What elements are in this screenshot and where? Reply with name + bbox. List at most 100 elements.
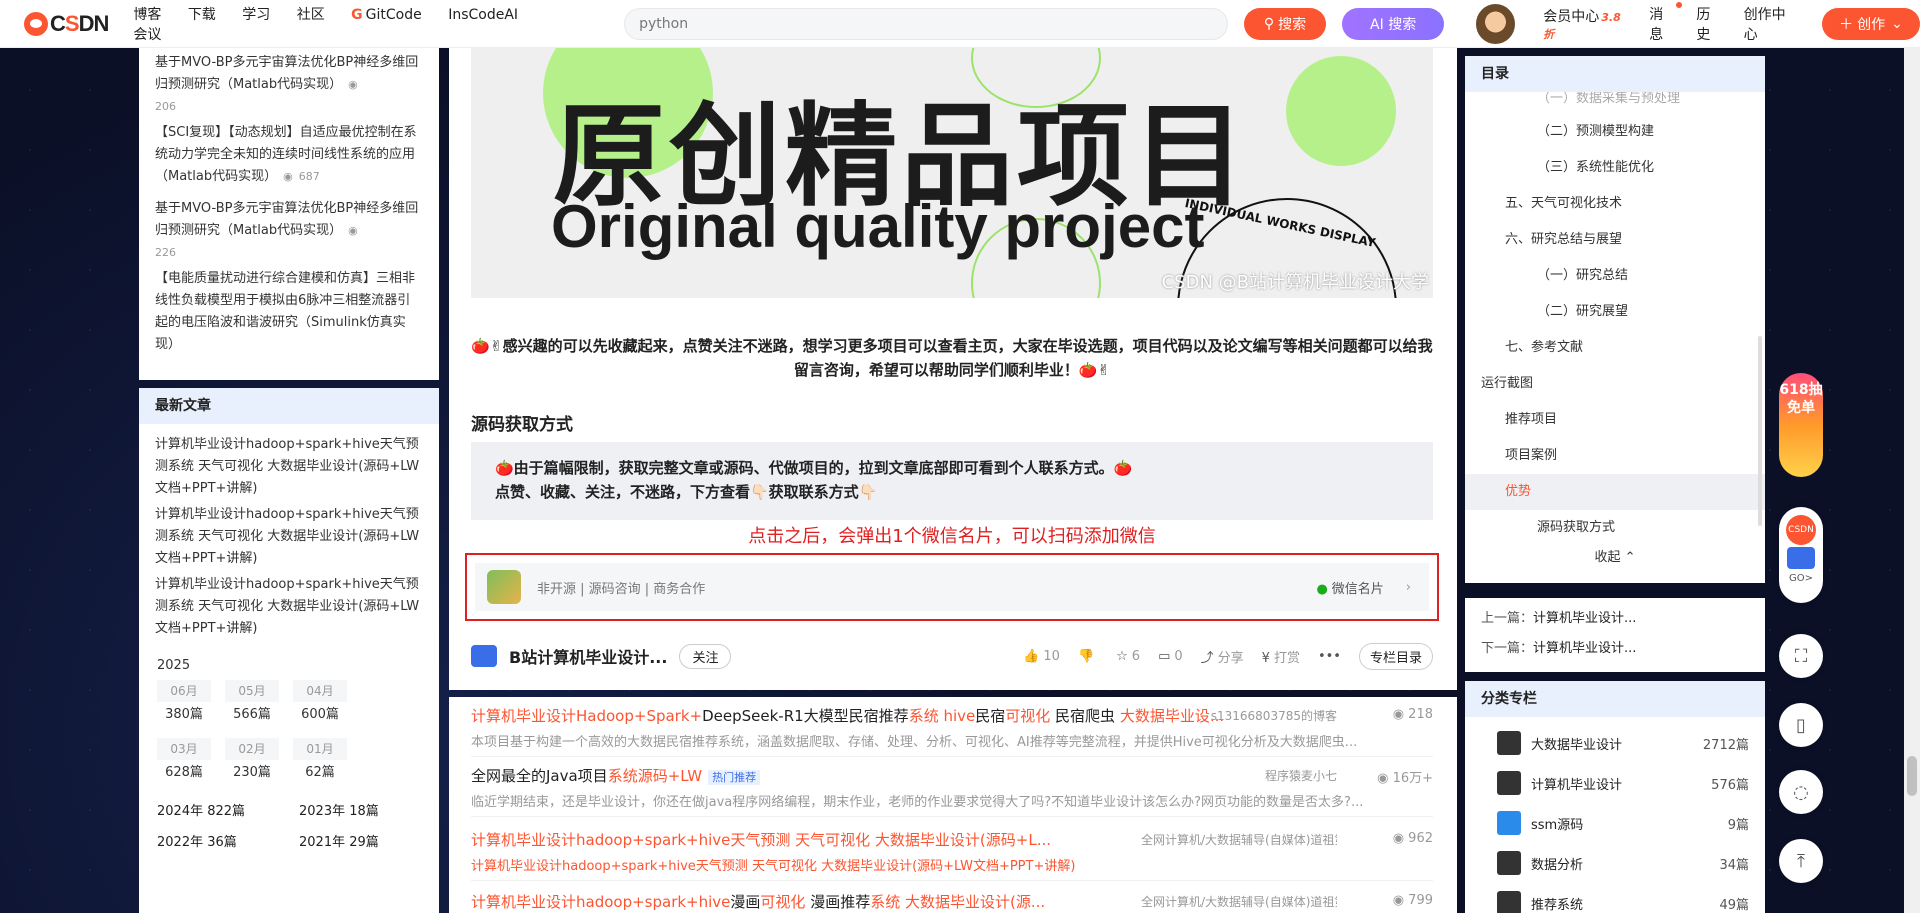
like-button[interactable]: 👍 10 (1023, 649, 1060, 664)
nav-download[interactable]: 下载 (188, 4, 216, 24)
archive-year-item[interactable]: 2024年 822篇 (157, 800, 299, 819)
nav-blog[interactable]: 博客 (133, 4, 161, 24)
rec-source[interactable]: 全网计算机/大数据辅导(自媒体)道祖第一人、全网粉... (1141, 831, 1337, 848)
toc-item[interactable]: 七、参考文献 (1465, 330, 1765, 366)
nav-gitcode[interactable]: G GitCode (351, 7, 422, 23)
wechat-card-link[interactable]: 微信名片 (1316, 578, 1384, 597)
related-title[interactable]: 基于MVO-BP多元宇宙算法优化BP神经多维回归预测研究（Matlab代码实现） (155, 55, 418, 92)
search-input[interactable]: python (624, 7, 1228, 40)
toc-scrollbar[interactable] (1758, 336, 1762, 526)
nav-community[interactable]: 社区 (297, 4, 325, 24)
rec-title[interactable]: 计算机毕业设计Hadoop+Spark+DeepSeek-R1大模型民宿推荐系统… (471, 705, 1241, 726)
rec-item[interactable]: 计算机毕业设计hadoop+spark+hive天气预测 天气可视化 大数据毕业… (471, 821, 1433, 881)
ai-search-button[interactable]: AI 搜索 (1342, 7, 1445, 40)
comment-button[interactable]: ▭ 0 (1158, 649, 1183, 664)
archive-month[interactable]: 03月 628篇 (157, 738, 211, 790)
feedback-icon[interactable]: ◌ (1779, 770, 1823, 814)
related-item[interactable]: 【SCI复现】【动态规划】自适应最优控制在系统动力学完全未知的连续时间线性系统的… (139, 118, 439, 194)
rec-title[interactable]: 计算机毕业设计hadoop+spark+hive漫画可视化 漫画推荐系统 大数据… (471, 891, 1241, 912)
rec-item[interactable]: 计算机毕业设计hadoop+spark+hive漫画可视化 漫画推荐系统 大数据… (471, 883, 1433, 913)
toc-item[interactable]: 六、研究总结与展望 (1465, 222, 1765, 258)
follow-button[interactable]: 关注 (679, 643, 732, 669)
fullscreen-icon[interactable]: ⛶ (1779, 634, 1823, 678)
back-to-top-icon[interactable]: ⤒ (1779, 839, 1823, 883)
toc-item[interactable]: 运行截图 (1465, 366, 1765, 402)
archive-month[interactable]: 06月 380篇 (157, 680, 211, 732)
latest-item[interactable]: 计算机毕业设计hadoop+spark+hive天气预测系统 天气可视化 大数据… (139, 500, 439, 570)
create-button[interactable]: ＋创作 ⌄ (1822, 7, 1920, 40)
share-button[interactable]: ⤴ 分享 (1201, 647, 1244, 666)
toc-item[interactable]: （一）研究总结 (1465, 258, 1765, 294)
page-scrollbar[interactable] (1904, 48, 1920, 913)
prev-article-link[interactable]: 上一篇：计算机毕业设计... (1481, 604, 1749, 634)
search-button[interactable]: ⚲ 搜索 (1243, 7, 1327, 40)
vip-center-link[interactable]: 会员中心 3.8折 (1543, 6, 1629, 42)
toc-item[interactable]: （三）系统性能优化 (1465, 150, 1765, 186)
latest-item[interactable]: 计算机毕业设计hadoop+spark+hive天气预测系统 天气可视化 大数据… (139, 430, 439, 500)
related-item[interactable]: 【电能质量扰动进行综合建模和仿真】三相非线性负载模型用于模拟由6脉冲三相整流器引… (139, 264, 439, 360)
month-count: 600篇 (301, 707, 339, 722)
favorite-button[interactable]: ☆ 6 (1116, 649, 1140, 664)
history-link[interactable]: 历史 (1696, 4, 1723, 44)
dislike-button[interactable]: 👎 (1078, 649, 1098, 664)
related-item[interactable]: 基于MVO-BP多元宇宙算法优化BP神经多维回归预测研究（Matlab代码实现）… (139, 48, 439, 118)
contact-card[interactable]: 非开源 | 源码咨询 | 商务合作 微信名片 › (475, 563, 1429, 611)
rec-source[interactable]: 程序猿麦小七 (1141, 767, 1337, 784)
contact-avatar-icon (487, 570, 521, 604)
archive-month[interactable]: 01月 62篇 (293, 738, 347, 790)
more-icon[interactable]: ••• (1318, 649, 1341, 664)
category-row[interactable]: ssm源码 9篇 (1465, 803, 1765, 843)
rec-item[interactable]: 计算机毕业设计Hadoop+Spark+DeepSeek-R1大模型民宿推荐系统… (471, 697, 1433, 757)
toc-item[interactable]: 项目案例 (1465, 438, 1765, 474)
mobile-icon[interactable]: ▯ (1779, 703, 1823, 747)
messages-link[interactable]: 消息 (1649, 1, 1683, 44)
toc-item[interactable]: 源码获取方式 (1465, 510, 1765, 546)
latest-item[interactable]: 计算机毕业设计hadoop+spark+hive天气预测系统 天气可视化 大数据… (139, 570, 439, 640)
rec-title[interactable]: 计算机毕业设计hadoop+spark+hive天气预测 天气可视化 大数据毕业… (471, 829, 1241, 850)
rec-title[interactable]: 全网最全的Java项目系统源码+LW 热门推荐 (471, 765, 1241, 786)
csdn-logo[interactable]: CSDN (24, 11, 109, 37)
category-row[interactable]: 计算机毕业设计 576篇 (1465, 763, 1765, 803)
toc-item[interactable]: （二）预测模型构建 (1465, 114, 1765, 150)
toc-item[interactable]: 推荐项目 (1465, 402, 1765, 438)
author-name[interactable]: B站计算机毕业设计... (509, 644, 667, 668)
related-title[interactable]: 【电能质量扰动进行综合建模和仿真】三相非线性负载模型用于模拟由6脉冲三相整流器引… (155, 271, 415, 352)
toc-item[interactable]: 五、天气可视化技术 (1465, 186, 1765, 222)
csdn-go-widget[interactable]: CSDN GO> (1779, 507, 1823, 603)
archive-month[interactable]: 02月 230篇 (225, 738, 279, 790)
toc-collapse-button[interactable]: 收起 ⌃ (1465, 546, 1765, 565)
reward-button[interactable]: ¥ 打赏 (1262, 647, 1300, 666)
toc-item[interactable]: （二）研究展望 (1465, 294, 1765, 330)
rec-source[interactable]: s13166803785的博客 (1141, 707, 1337, 724)
archive-month[interactable]: 04月 600篇 (293, 680, 347, 732)
nav-learn[interactable]: 学习 (242, 4, 270, 24)
category-count: 49篇 (1719, 897, 1749, 913)
info-quote: 🍅由于篇幅限制，获取完整文章或源码、代做项目的，拉到文章底部即可看到个人联系方式… (471, 442, 1433, 520)
archive-year-item[interactable]: 2023年 18篇 (299, 800, 441, 819)
author-avatar[interactable] (471, 645, 497, 667)
user-avatar[interactable] (1476, 3, 1516, 44)
year-label: 2022年 (157, 835, 204, 850)
next-article-link[interactable]: 下一篇：计算机毕业设计... (1481, 634, 1749, 664)
toc-item[interactable]: 优势 (1465, 474, 1765, 510)
quote-line: 点赞、收藏、关注，不迷路，下方查看👇🏻获取联系方式👇🏻 (495, 483, 878, 501)
archive-month[interactable]: 05月 566篇 (225, 680, 279, 732)
nav-inscodeai[interactable]: InsCodeAI (448, 7, 518, 23)
category-row[interactable]: 推荐系统 49篇 (1465, 883, 1765, 913)
category-row[interactable]: 大数据毕业设计 2712篇 (1465, 723, 1765, 763)
contact-text: 非开源 | 源码咨询 | 商务合作 (537, 581, 706, 597)
column-toc-button[interactable]: 专栏目录 (1358, 642, 1433, 670)
nav-meeting[interactable]: 会议 (133, 24, 161, 44)
rec-source[interactable]: 全网计算机/大数据辅导(自媒体)道祖第一人、全网粉... (1141, 893, 1337, 910)
rec-item[interactable]: 全网最全的Java项目系统源码+LW 热门推荐 程序猿麦小七 ◉ 16万+ 临近学… (471, 757, 1433, 817)
archive-year-item[interactable]: 2022年 36篇 (157, 831, 299, 850)
scrollbar-thumb[interactable] (1907, 756, 1917, 796)
promo-618-badge[interactable]: 618抽免单 (1779, 373, 1823, 477)
toc-item[interactable]: （一）数据采集与预处理 (1465, 92, 1765, 114)
related-title[interactable]: 基于MVO-BP多元宇宙算法优化BP神经多维回归预测研究（Matlab代码实现） (155, 201, 418, 238)
category-row[interactable]: 数据分析 34篇 (1465, 843, 1765, 883)
related-item[interactable]: 基于MVO-BP多元宇宙算法优化BP神经多维回归预测研究（Matlab代码实现）… (139, 194, 439, 264)
archive-year-item[interactable]: 2021年 29篇 (299, 831, 441, 850)
creator-center-link[interactable]: 创作中心 (1744, 4, 1798, 44)
archive-year[interactable]: 2025 (139, 652, 439, 680)
